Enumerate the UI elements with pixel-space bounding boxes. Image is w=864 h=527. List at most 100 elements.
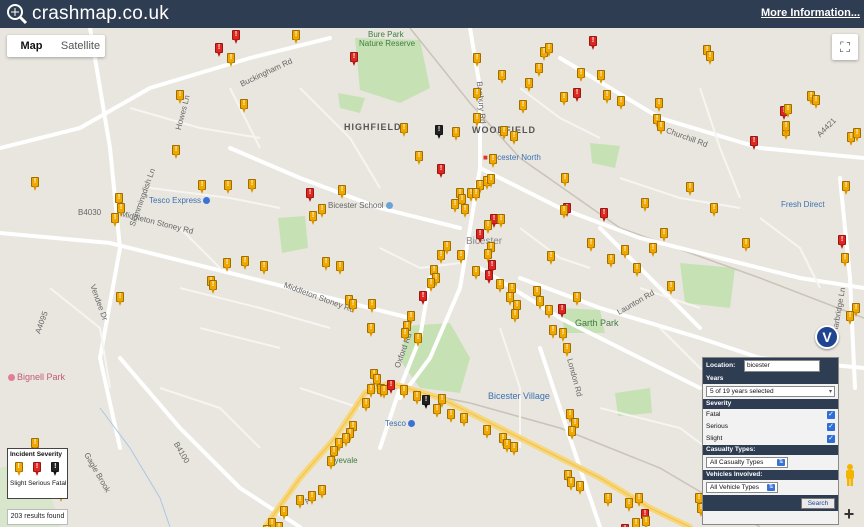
slight-incident-marker[interactable]: ! bbox=[625, 498, 633, 512]
serious-incident-marker[interactable]: ! bbox=[750, 136, 758, 150]
slight-incident-marker[interactable]: ! bbox=[604, 493, 612, 507]
slight-incident-marker[interactable]: ! bbox=[414, 333, 422, 347]
slight-incident-marker[interactable]: ! bbox=[31, 177, 39, 191]
slight-incident-marker[interactable]: ! bbox=[457, 250, 465, 264]
slight-incident-marker[interactable]: ! bbox=[338, 185, 346, 199]
casualty-types-select[interactable]: All Casualty Types ⇅ bbox=[706, 457, 788, 468]
slight-incident-marker[interactable]: ! bbox=[460, 413, 468, 427]
slight-incident-marker[interactable]: ! bbox=[248, 179, 256, 193]
slight-incident-marker[interactable]: ! bbox=[172, 145, 180, 159]
checkbox-checked-icon[interactable]: ✓ bbox=[827, 423, 835, 431]
slight-incident-marker[interactable]: ! bbox=[240, 99, 248, 113]
slight-incident-marker[interactable]: ! bbox=[510, 131, 518, 145]
slight-incident-marker[interactable]: ! bbox=[327, 456, 335, 470]
slight-incident-marker[interactable]: ! bbox=[567, 477, 575, 491]
slight-incident-marker[interactable]: ! bbox=[782, 121, 790, 135]
slight-incident-marker[interactable]: ! bbox=[545, 305, 553, 319]
slight-incident-marker[interactable]: ! bbox=[549, 325, 557, 339]
serious-incident-marker[interactable]: ! bbox=[306, 188, 314, 202]
severity-option-slight[interactable]: Slight ✓ bbox=[703, 433, 838, 445]
slight-incident-marker[interactable]: ! bbox=[433, 404, 441, 418]
slight-incident-marker[interactable]: ! bbox=[519, 100, 527, 114]
slight-incident-marker[interactable]: ! bbox=[498, 70, 506, 84]
years-select[interactable]: 5 of 19 years selected ▾ bbox=[706, 386, 835, 397]
slight-incident-marker[interactable]: ! bbox=[632, 518, 640, 527]
vehicles-involved-select[interactable]: All Vehicle Types ⇅ bbox=[706, 482, 778, 493]
severity-option-fatal[interactable]: Fatal ✓ bbox=[703, 409, 838, 421]
slight-incident-marker[interactable]: ! bbox=[660, 228, 668, 242]
slight-incident-marker[interactable]: ! bbox=[415, 151, 423, 165]
serious-incident-marker[interactable]: ! bbox=[573, 88, 581, 102]
pegman-street-view-icon[interactable] bbox=[843, 463, 857, 487]
slight-incident-marker[interactable]: ! bbox=[812, 95, 820, 109]
slight-incident-marker[interactable]: ! bbox=[280, 506, 288, 520]
slight-incident-marker[interactable]: ! bbox=[322, 257, 330, 271]
slight-incident-marker[interactable]: ! bbox=[496, 279, 504, 293]
slight-incident-marker[interactable]: ! bbox=[633, 263, 641, 277]
location-input[interactable]: bicester bbox=[744, 360, 820, 372]
slight-incident-marker[interactable]: ! bbox=[547, 251, 555, 265]
magnifier-logo-icon[interactable] bbox=[6, 3, 28, 25]
slight-incident-marker[interactable]: ! bbox=[641, 198, 649, 212]
slight-incident-marker[interactable]: ! bbox=[198, 180, 206, 194]
slight-incident-marker[interactable]: ! bbox=[560, 205, 568, 219]
v-badge-icon[interactable]: V bbox=[815, 325, 839, 349]
slight-incident-marker[interactable]: ! bbox=[309, 211, 317, 225]
slight-incident-marker[interactable]: ! bbox=[451, 199, 459, 213]
satellite-view-button[interactable]: Satellite bbox=[56, 35, 105, 57]
slight-incident-marker[interactable]: ! bbox=[710, 203, 718, 217]
slight-incident-marker[interactable]: ! bbox=[742, 238, 750, 252]
slight-incident-marker[interactable]: ! bbox=[342, 433, 350, 447]
more-information-link[interactable]: More Information... bbox=[761, 7, 860, 19]
fatal-incident-marker[interactable]: ! bbox=[435, 125, 443, 139]
slight-incident-marker[interactable]: ! bbox=[400, 385, 408, 399]
slight-incident-marker[interactable]: ! bbox=[559, 328, 567, 342]
serious-incident-marker[interactable]: ! bbox=[558, 304, 566, 318]
slight-incident-marker[interactable]: ! bbox=[308, 491, 316, 505]
slight-incident-marker[interactable]: ! bbox=[535, 63, 543, 77]
slight-incident-marker[interactable]: ! bbox=[853, 128, 861, 142]
slight-incident-marker[interactable]: ! bbox=[686, 182, 694, 196]
serious-incident-marker[interactable]: ! bbox=[419, 291, 427, 305]
map-view-button[interactable]: Map bbox=[7, 35, 56, 57]
slight-incident-marker[interactable]: ! bbox=[473, 113, 481, 127]
slight-incident-marker[interactable]: ! bbox=[597, 70, 605, 84]
slight-incident-marker[interactable]: ! bbox=[511, 309, 519, 323]
serious-incident-marker[interactable]: ! bbox=[488, 260, 496, 274]
slight-incident-marker[interactable]: ! bbox=[336, 261, 344, 275]
slight-incident-marker[interactable]: ! bbox=[563, 343, 571, 357]
slight-incident-marker[interactable]: ! bbox=[241, 256, 249, 270]
serious-incident-marker[interactable]: ! bbox=[350, 52, 358, 66]
fullscreen-icon[interactable]: ⛶ bbox=[832, 34, 858, 60]
slight-incident-marker[interactable]: ! bbox=[318, 485, 326, 499]
slight-incident-marker[interactable]: ! bbox=[368, 299, 376, 313]
slight-incident-marker[interactable]: ! bbox=[842, 181, 850, 195]
slight-incident-marker[interactable]: ! bbox=[568, 426, 576, 440]
zoom-in-button[interactable]: + bbox=[840, 505, 858, 523]
search-button[interactable]: Search bbox=[801, 498, 835, 509]
slight-incident-marker[interactable]: ! bbox=[573, 292, 581, 306]
slight-incident-marker[interactable]: ! bbox=[489, 154, 497, 168]
slight-incident-marker[interactable]: ! bbox=[510, 442, 518, 456]
slight-incident-marker[interactable]: ! bbox=[649, 243, 657, 257]
slight-incident-marker[interactable]: ! bbox=[401, 328, 409, 342]
slight-incident-marker[interactable]: ! bbox=[617, 96, 625, 110]
slight-incident-marker[interactable]: ! bbox=[176, 90, 184, 104]
slight-incident-marker[interactable]: ! bbox=[484, 220, 492, 234]
slight-incident-marker[interactable]: ! bbox=[655, 98, 663, 112]
checkbox-checked-icon[interactable]: ✓ bbox=[827, 411, 835, 419]
slight-incident-marker[interactable]: ! bbox=[657, 121, 665, 135]
slight-incident-marker[interactable]: ! bbox=[447, 409, 455, 423]
slight-incident-marker[interactable]: ! bbox=[635, 493, 643, 507]
serious-incident-marker[interactable]: ! bbox=[838, 235, 846, 249]
slight-incident-marker[interactable]: ! bbox=[461, 204, 469, 218]
slight-incident-marker[interactable]: ! bbox=[117, 203, 125, 217]
slight-incident-marker[interactable]: ! bbox=[500, 126, 508, 140]
slight-incident-marker[interactable]: ! bbox=[362, 398, 370, 412]
slight-incident-marker[interactable]: ! bbox=[497, 214, 505, 228]
slight-incident-marker[interactable]: ! bbox=[292, 30, 300, 44]
slight-incident-marker[interactable]: ! bbox=[452, 127, 460, 141]
severity-option-serious[interactable]: Serious ✓ bbox=[703, 421, 838, 433]
slight-incident-marker[interactable]: ! bbox=[209, 280, 217, 294]
slight-incident-marker[interactable]: ! bbox=[621, 245, 629, 259]
